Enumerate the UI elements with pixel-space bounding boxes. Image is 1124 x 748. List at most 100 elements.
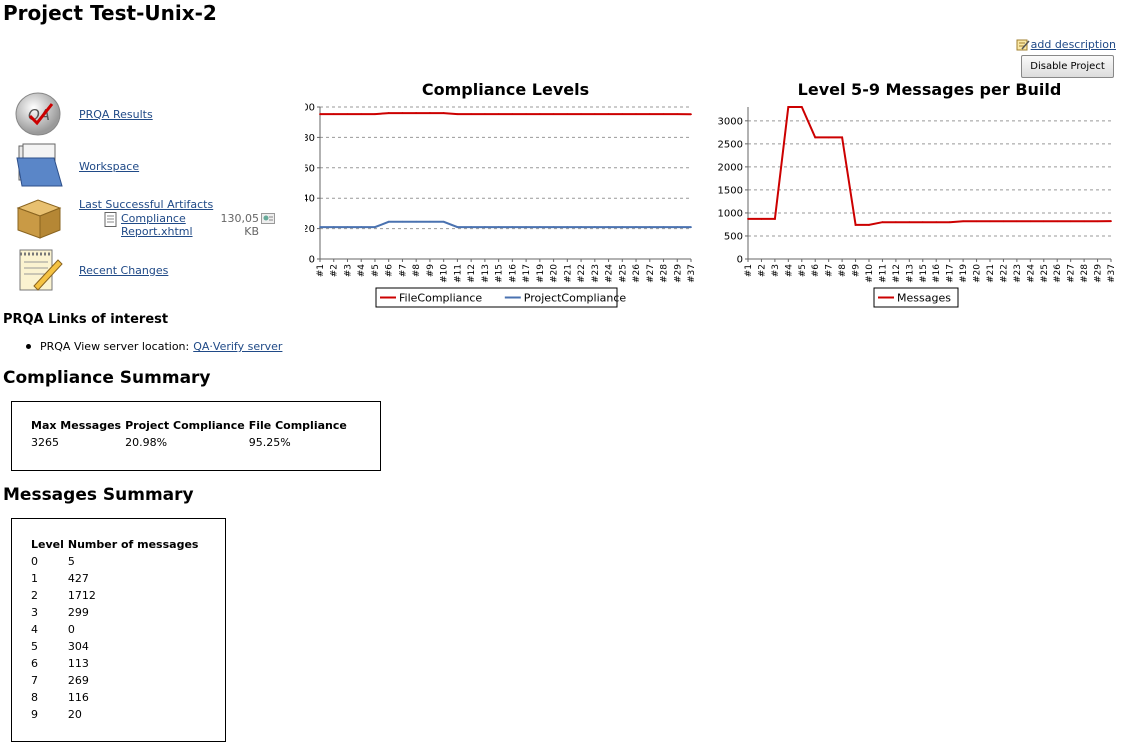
x-tick-label: #20: [550, 264, 560, 283]
sidebar-item-workspace[interactable]: Workspace: [14, 142, 139, 190]
count-cell: 269: [67, 674, 89, 687]
data-point: [635, 226, 637, 228]
data-point: [470, 226, 473, 228]
qa-verify-server-link[interactable]: QA·Verify server: [193, 340, 282, 353]
x-tick-label: #21: [563, 264, 573, 283]
x-tick-label: #5: [798, 264, 808, 277]
data-point: [442, 112, 445, 114]
project-compliance-value: 20.98%: [125, 436, 168, 449]
x-tick-label: #10: [865, 264, 875, 283]
chart-title: Level 5-9 Messages per Build: [798, 80, 1062, 99]
count-cell: 0: [67, 623, 75, 636]
level-cell: 1: [31, 572, 38, 585]
fingerprint-icon[interactable]: [261, 213, 275, 224]
x-tick-label: #22: [999, 264, 1009, 283]
header-project-compliance: Project Compliance: [125, 419, 245, 432]
disable-project-button[interactable]: Disable Project: [1021, 55, 1114, 78]
data-point: [773, 218, 776, 220]
table-row: 40: [31, 623, 202, 640]
x-tick-label: #4: [784, 264, 794, 278]
data-point: [747, 218, 749, 220]
chart-title: Compliance Levels: [422, 80, 589, 99]
level-cell: 4: [31, 623, 38, 636]
header-level: Level: [31, 538, 64, 551]
data-point: [621, 226, 624, 228]
prqa-results-link[interactable]: PRQA Results: [79, 108, 153, 121]
recent-changes-link[interactable]: Recent Changes: [79, 264, 168, 277]
header-number-of-messages: Number of messages: [67, 538, 199, 551]
file-icon: [104, 212, 117, 227]
data-point: [387, 220, 390, 223]
y-tick-label: 1000: [718, 208, 743, 219]
table-row: 05: [31, 555, 202, 572]
data-point: [483, 113, 486, 116]
level-cell: 7: [31, 674, 38, 687]
count-cell: 5: [67, 555, 75, 568]
data-point: [881, 221, 884, 224]
data-point: [841, 136, 844, 139]
workspace-link[interactable]: Workspace: [79, 160, 139, 173]
data-point: [868, 224, 870, 226]
data-point: [593, 226, 596, 228]
artifact-size: 130,05 KB: [220, 212, 260, 238]
data-point: [538, 226, 541, 228]
level-cell: 3: [31, 606, 38, 619]
add-description-label[interactable]: add description: [1031, 38, 1116, 51]
data-point: [1056, 220, 1059, 223]
data-point: [511, 113, 514, 116]
series-line-messages: [748, 106, 1112, 226]
artifact-row: Compliance Report.xhtml: [104, 212, 211, 238]
data-point: [497, 226, 500, 228]
x-tick-label: #15: [495, 264, 505, 283]
table-row: 3 299: [31, 606, 202, 623]
data-point: [566, 113, 569, 116]
data-point: [607, 226, 610, 228]
data-point: [346, 113, 349, 116]
artifacts-link[interactable]: Last Successful Artifacts: [79, 198, 213, 211]
messages-summary-box: Level Number of messages 0 5 1 427 2 1712 3 299…: [11, 518, 226, 742]
level-cell: 9: [31, 708, 38, 721]
data-point: [827, 136, 830, 139]
bullet: [26, 344, 31, 349]
data-point: [319, 226, 321, 228]
x-tick-label: #15: [919, 264, 929, 283]
compliance-summary-table: Max Messages Project Compliance File Com…: [31, 419, 351, 453]
notepad-icon: [19, 249, 63, 291]
sidebar-item-prqa-results[interactable]: QA PRQA Results: [14, 90, 153, 138]
x-tick-label: #16: [932, 264, 942, 283]
data-point: [607, 113, 610, 116]
data-point: [962, 220, 965, 223]
add-description-link[interactable]: add description: [1016, 38, 1116, 51]
x-tick-label: #27: [1067, 264, 1077, 283]
x-tick-label: #12: [467, 264, 477, 283]
data-point: [401, 220, 404, 223]
table-row: 7 269: [31, 674, 202, 691]
x-tick-label: #28: [660, 264, 670, 283]
data-point: [470, 113, 473, 116]
artifact-file-link[interactable]: Compliance Report.xhtml: [121, 212, 211, 238]
compliance-summary-box: Max Messages Project Compliance File Com…: [11, 401, 381, 471]
data-point: [319, 113, 321, 116]
table-row: 9 20: [31, 708, 202, 725]
data-point: [648, 113, 651, 116]
sidebar-item-recent-changes[interactable]: Recent Changes: [14, 246, 168, 294]
data-point: [346, 226, 349, 228]
x-tick-label: #24: [1026, 264, 1036, 283]
count-cell: 299: [67, 606, 89, 619]
x-tick-label: #8: [838, 264, 848, 278]
series-line-projectcompliance: [320, 220, 691, 229]
data-point: [415, 112, 418, 114]
data-point: [401, 112, 404, 114]
x-tick-label: #13: [905, 264, 915, 283]
data-point: [648, 226, 651, 228]
y-tick-label: 2000: [718, 162, 743, 173]
data-point: [894, 221, 897, 224]
compliance-summary-title: Compliance Summary: [3, 368, 211, 388]
data-point: [580, 226, 582, 228]
x-tick-label: #10: [440, 264, 450, 283]
level-cell: 6: [31, 657, 38, 670]
data-point: [760, 218, 763, 220]
x-tick-label: #25: [1040, 264, 1050, 283]
y-tick-label: 500: [724, 231, 743, 242]
x-tick-label: #26: [1053, 264, 1063, 283]
